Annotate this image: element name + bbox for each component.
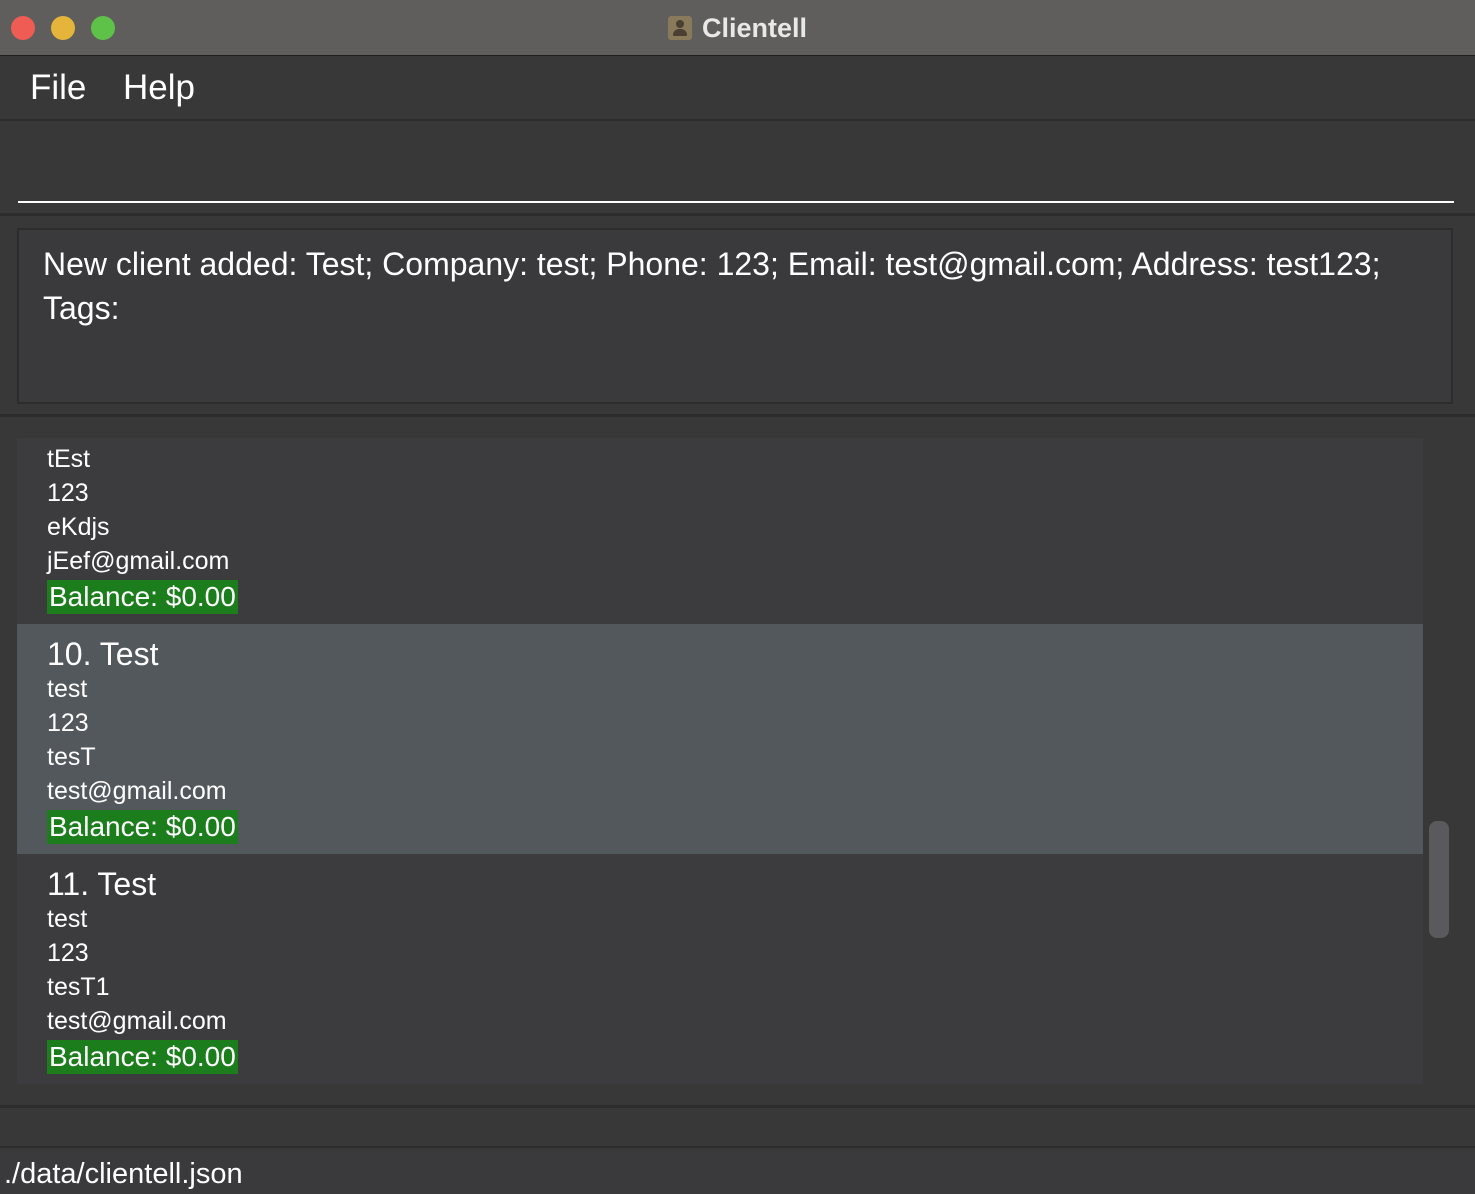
save-file-path: ./data/clientell.json [4,1158,243,1190]
status-bar: ./data/clientell.json [0,1150,1475,1194]
client-balance-badge: Balance: $0.00 [47,580,238,614]
window-title: Clientell [701,12,808,43]
menu-help[interactable]: Help [123,68,195,108]
result-display-container: New client added: Test; Company: test; P… [0,216,1475,417]
client-card[interactable]: tEst 123 eKdjs jEef@gmail.com Balance: $… [17,438,1423,624]
client-email: test@gmail.com [47,777,227,805]
client-phone: 123 [47,939,89,967]
app-window: Clientell File Help New client added: Te… [0,0,1475,1194]
client-company: test [47,905,88,933]
menu-file[interactable]: File [30,68,86,108]
client-email: jEef@gmail.com [47,547,230,575]
client-name: 11. Test [47,866,157,902]
result-display: New client added: Test; Company: test; P… [17,228,1453,404]
client-company: tEst [47,445,91,473]
client-company: test [47,675,88,703]
client-address: eKdjs [47,513,110,541]
title-bar: Clientell [0,0,1475,56]
spacer-band [0,1108,1475,1148]
client-list-panel: tEst 123 eKdjs jEef@gmail.com Balance: $… [0,417,1475,1105]
list-scrollbar-thumb[interactable] [1429,821,1449,938]
client-address: tesT1 [47,973,110,1001]
title-wrap: Clientell [0,0,1475,56]
client-list[interactable]: tEst 123 eKdjs jEef@gmail.com Balance: $… [17,438,1423,1084]
client-name: 10. Test [47,636,159,672]
client-balance-badge: Balance: $0.00 [47,810,238,844]
client-address: tesT [47,743,96,771]
client-phone: 123 [47,709,89,737]
contacts-app-icon [667,16,692,40]
client-card-selected[interactable]: 10. Test test 123 tesT test@gmail.com Ba… [17,624,1423,854]
command-input[interactable] [18,131,1454,203]
client-card[interactable]: 11. Test test 123 tesT1 test@gmail.com B… [17,854,1423,1084]
client-email: test@gmail.com [47,1007,227,1035]
menu-bar: File Help [0,56,1475,121]
command-box-container [0,121,1475,216]
client-phone: 123 [47,479,89,507]
client-balance-badge: Balance: $0.00 [47,1040,238,1074]
